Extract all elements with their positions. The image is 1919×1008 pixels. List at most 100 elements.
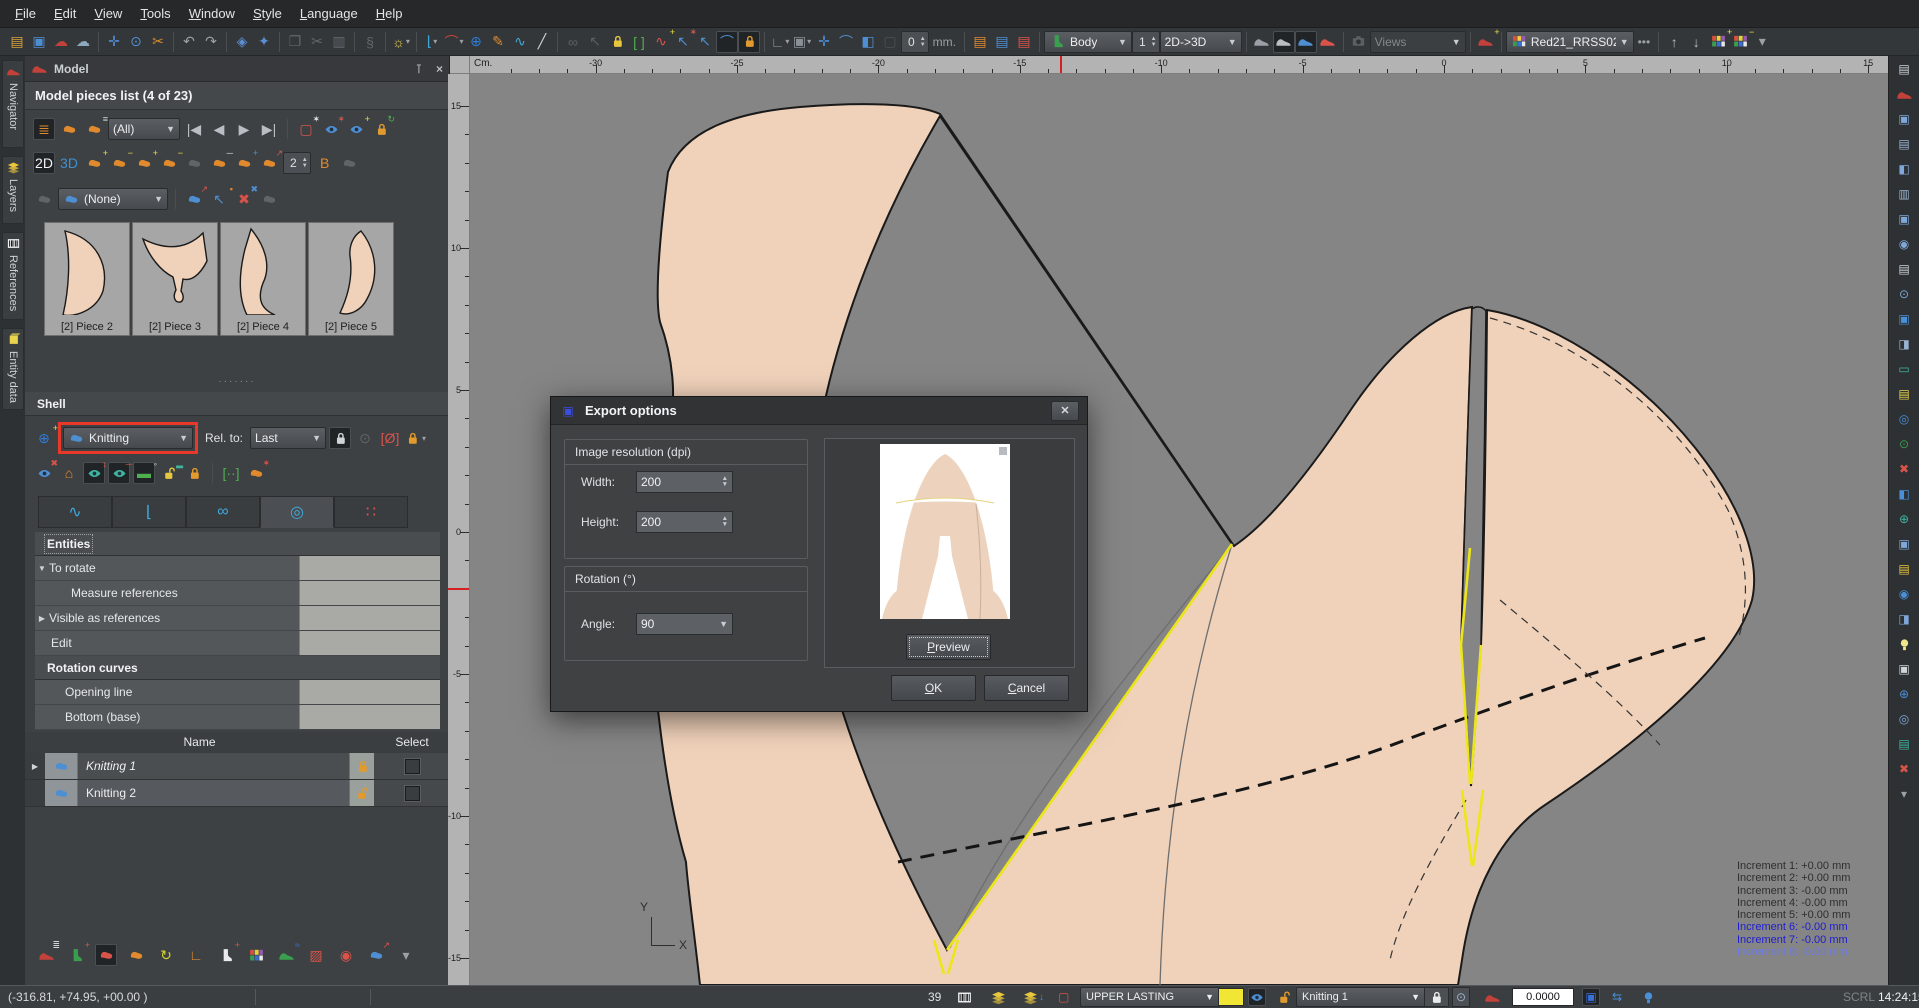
lock-figure-button[interactable] (1424, 986, 1449, 1008)
piece-thumbnail[interactable]: [2] Piece 3 (132, 222, 218, 336)
selection-mode-icon[interactable]: ▣ (1582, 986, 1600, 1008)
right-toolbar-icon-2[interactable] (1895, 85, 1913, 103)
overflow-caret[interactable]: ▾ (1751, 31, 1773, 53)
menu-style[interactable]: Style (244, 2, 291, 25)
unlock-entities-icon[interactable] (606, 31, 628, 53)
unlock-shell-icon[interactable]: ▂ (158, 462, 180, 484)
eraser-icon[interactable]: ◈ (231, 31, 253, 53)
show-all-icon[interactable]: ✶ (320, 118, 342, 140)
sidebar-tab-references[interactable]: References (2, 232, 24, 320)
ref-clear-icon[interactable]: ✖✖ (233, 188, 255, 210)
filter-all-dropdown[interactable]: (All)▼ (108, 118, 180, 140)
layer-lock-icon[interactable] (1276, 986, 1293, 1008)
hide-entity-icon[interactable]: ✖ (33, 462, 55, 484)
right-toolbar-icon-9[interactable]: ▤ (1895, 260, 1913, 278)
save-icon[interactable]: ▣ (28, 31, 50, 53)
ok-button[interactable]: OK (891, 675, 976, 701)
body-dropdown[interactable]: Body▼ (1044, 31, 1132, 53)
model-panel-header[interactable]: Model ⊺ × (25, 56, 449, 82)
lock-closed-icon[interactable] (349, 753, 374, 779)
paste-icon[interactable]: ▥ (328, 31, 350, 53)
right-toolbar-icon-17[interactable]: ✖ (1895, 460, 1913, 478)
ref-pick-icon[interactable]: ↖▪ (208, 188, 230, 210)
piece-line-icon[interactable]: ─ (208, 152, 230, 174)
rel-to-dropdown[interactable]: Last▼ (250, 427, 326, 449)
rotation-row-opening-line[interactable]: Opening line (35, 680, 440, 705)
save-cloud-icon[interactable]: ☁ (72, 31, 94, 53)
entity-value-cell[interactable] (299, 631, 440, 655)
entity-value-cell[interactable] (299, 581, 440, 605)
menu-file[interactable]: File (6, 2, 45, 25)
right-toolbar-icon-25[interactable]: ▣ (1895, 660, 1913, 678)
barcode-icon[interactable] (956, 986, 973, 1008)
piece-gray-icon[interactable] (339, 152, 361, 174)
fold-red-icon[interactable]: ▤ (1013, 31, 1035, 53)
ruler-add-icon[interactable]: ╱ (531, 31, 553, 53)
tab-rotation[interactable]: ◎ (260, 496, 334, 528)
menu-tools[interactable]: Tools (131, 2, 179, 25)
piece-tool-icon[interactable] (95, 944, 117, 966)
rainbow-shoe-icon[interactable]: ≈ (275, 944, 297, 966)
dialog-title-bar[interactable]: ▣ Export options ✕ (551, 397, 1087, 425)
pin-icon[interactable]: ⊺ (416, 62, 422, 76)
last-piece-icon[interactable]: ▶| (258, 118, 280, 140)
shoe-layers-icon[interactable] (1273, 31, 1295, 53)
first-piece-icon[interactable]: |◀ (183, 118, 205, 140)
piece-refresh-icon[interactable]: ✶ (245, 462, 267, 484)
menu-help[interactable]: Help (367, 2, 412, 25)
shoe-add-icon[interactable]: + (1475, 31, 1497, 53)
rotation-row-bottom--base-[interactable]: Bottom (base) (35, 705, 440, 730)
knitting-table-row[interactable]: Knitting 2 (25, 780, 450, 807)
curve-add-icon[interactable]: ∿+ (650, 31, 672, 53)
blank-icon[interactable]: ▢ (879, 31, 901, 53)
move-icon[interactable]: ✛ (813, 31, 835, 53)
camera-icon[interactable] (1348, 31, 1370, 53)
right-toolbar-icon-14[interactable]: ▤ (1895, 385, 1913, 403)
sidebar-tab-entity-data[interactable]: Entity data (2, 328, 24, 410)
measure-tool-icon[interactable]: ▬◦ (133, 462, 155, 484)
sidebar-tab-navigator[interactable]: Navigator (2, 60, 24, 148)
active-color-swatch[interactable] (1218, 986, 1244, 1008)
more-tools-caret[interactable]: ▾ (395, 944, 417, 966)
cursor-star-icon[interactable]: ↖✶ (672, 31, 694, 53)
menu-window[interactable]: Window (180, 2, 244, 25)
brackets-icon[interactable]: [ ] (628, 31, 650, 53)
fold-blue-icon[interactable]: ▤ (991, 31, 1013, 53)
piece-remove2-icon[interactable]: − (158, 152, 180, 174)
colors-remove-icon[interactable]: − (1729, 31, 1751, 53)
next-piece-icon[interactable]: ▶ (233, 118, 255, 140)
cut-icon[interactable]: ✂ (306, 31, 328, 53)
boot-add-icon[interactable]: + (65, 944, 87, 966)
close-panel-icon[interactable]: × (436, 62, 443, 76)
angle-dropdown[interactable]: 90▼ (636, 613, 733, 635)
active-layer-dropdown[interactable]: Knitting 1▼ (1296, 986, 1426, 1008)
right-toolbar-icon-12[interactable]: ◨ (1895, 335, 1913, 353)
cancel-button[interactable]: Cancel (984, 675, 1069, 701)
expand-arrow-icon[interactable]: ▼ (35, 564, 49, 573)
rotation-value-cell[interactable] (299, 680, 440, 704)
right-toolbar-icon-19[interactable]: ⊕ (1895, 510, 1913, 528)
rel-lock-button[interactable] (329, 427, 351, 449)
right-toolbar-icon-7[interactable]: ▣ (1895, 210, 1913, 228)
shoe-blue-icon[interactable] (1295, 31, 1317, 53)
preview-button[interactable]: Preview (906, 634, 991, 660)
lock-refresh-icon[interactable]: ↻ (370, 118, 392, 140)
right-toolbar-icon-8[interactable]: ◉ (1895, 235, 1913, 253)
right-toolbar-icon-6[interactable]: ▥ (1895, 185, 1913, 203)
piece-thumbnail[interactable]: [2] Piece 4 (220, 222, 306, 336)
pencil-icon[interactable]: ✎ (487, 31, 509, 53)
dark-curve-icon[interactable]: ⌒ (716, 31, 738, 53)
undo-icon[interactable]: ↶ (178, 31, 200, 53)
curve-point-icon[interactable]: ∿ (509, 31, 531, 53)
select-frame-icon[interactable]: ▢✶ (295, 118, 317, 140)
tab-points[interactable]: ∷ (334, 496, 408, 528)
node-select-icon[interactable]: ↖ (584, 31, 606, 53)
select-checkbox[interactable] (405, 786, 420, 801)
select-checkbox[interactable] (405, 759, 420, 774)
copies-spinner[interactable]: 2▲▼ (283, 152, 311, 174)
right-toolbar-icon-3[interactable]: ▣ (1895, 110, 1913, 128)
render-lamp-icon[interactable] (1640, 986, 1657, 1008)
lock-on-icon[interactable] (738, 31, 760, 53)
right-toolbar-icon-22[interactable]: ◉ (1895, 585, 1913, 603)
tab-links[interactable]: ∞ (186, 496, 260, 528)
